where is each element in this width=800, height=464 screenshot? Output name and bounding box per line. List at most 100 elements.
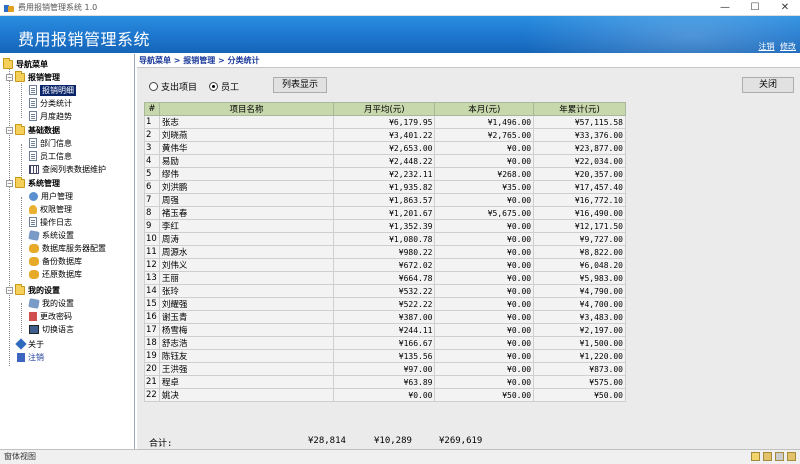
cell-year-total: ¥8,822.00 bbox=[533, 245, 626, 259]
sidebar-item-logout[interactable]: 注销 bbox=[17, 351, 44, 363]
table-row[interactable]: 12 刘伟义 ¥672.02 ¥0.00 ¥6,048.20 bbox=[144, 258, 626, 272]
cell-this-month: ¥0.00 bbox=[434, 349, 535, 363]
col-header-monthly-avg[interactable]: 月平均(元) bbox=[333, 102, 436, 116]
tree-root-nav-menu[interactable]: 导航菜单 bbox=[3, 57, 48, 70]
cell-year-total: ¥575.00 bbox=[533, 375, 626, 389]
table-row[interactable]: 14 张玲 ¥532.22 ¥0.00 ¥4,790.00 bbox=[144, 284, 626, 298]
collapse-toggle-icon[interactable]: − bbox=[6, 286, 13, 294]
cell-year-total: ¥9,727.00 bbox=[533, 232, 626, 246]
table-row[interactable]: 4 易励 ¥2,448.22 ¥0.00 ¥22,034.00 bbox=[144, 154, 626, 168]
users-icon bbox=[29, 191, 38, 201]
cell-index: 2 bbox=[144, 128, 160, 142]
table-header-row: # 项目名称 月平均(元) 本月(元) 年累计(元) bbox=[144, 102, 626, 116]
cell-name: 刘耀强 bbox=[158, 297, 335, 311]
design-view-icon[interactable] bbox=[787, 452, 796, 461]
col-header-year-total[interactable]: 年累计(元) bbox=[533, 102, 626, 116]
sidebar-item-switch-language[interactable]: 切换语言 bbox=[29, 323, 74, 335]
cell-year-total: ¥17,457.40 bbox=[533, 180, 626, 194]
main-content: 导航菜单 > 报销管理 > 分类统计 支出项目 员工 列表显示 关闭 # 项目名… bbox=[137, 54, 800, 449]
tree-group-system-management[interactable]: − 系统管理 bbox=[6, 176, 60, 189]
toolbar: 支出项目 员工 列表显示 关闭 bbox=[137, 69, 800, 99]
table-row[interactable]: 15 刘耀强 ¥522.22 ¥0.00 ¥4,700.00 bbox=[144, 297, 626, 311]
table-row[interactable]: 18 舒志浩 ¥166.67 ¥0.00 ¥1,500.00 bbox=[144, 336, 626, 350]
cell-year-total: ¥2,197.00 bbox=[533, 323, 626, 337]
sidebar-item-monthly-trend[interactable]: 月度趋势 bbox=[29, 110, 72, 122]
banner-modify-link[interactable]: 修改 bbox=[780, 42, 796, 51]
table-row[interactable]: 8 褚玉春 ¥1,201.67 ¥5,675.00 ¥16,490.00 bbox=[144, 206, 626, 220]
sidebar-item-user-management[interactable]: 用户管理 bbox=[29, 190, 73, 202]
table-row[interactable]: 2 刘晓燕 ¥3,401.22 ¥2,765.00 ¥33,376.00 bbox=[144, 128, 626, 142]
cell-index: 19 bbox=[144, 349, 160, 363]
maximize-button[interactable]: ☐ bbox=[740, 0, 770, 16]
cell-index: 9 bbox=[144, 219, 160, 233]
tree-group-basic-data[interactable]: − 基础数据 bbox=[6, 123, 60, 136]
col-header-this-month[interactable]: 本月(元) bbox=[434, 102, 535, 116]
radio-employee[interactable]: 员工 bbox=[209, 80, 239, 93]
sidebar-item-change-password[interactable]: 更改密码 bbox=[29, 310, 72, 322]
col-header-index[interactable]: # bbox=[144, 102, 160, 116]
sidebar-item-operation-log[interactable]: 操作日志 bbox=[29, 216, 72, 228]
sidebar-item-db-server-config[interactable]: 数据库服务器配置 bbox=[29, 242, 106, 254]
table-row[interactable]: 1 张志 ¥6,179.95 ¥1,496.00 ¥57,115.58 bbox=[144, 115, 626, 129]
cell-year-total: ¥5,983.00 bbox=[533, 271, 626, 285]
table-row[interactable]: 19 陈钰友 ¥135.56 ¥0.00 ¥1,220.00 bbox=[144, 349, 626, 363]
collapse-toggle-icon[interactable]: − bbox=[6, 73, 13, 81]
sidebar-item-expense-detail[interactable]: 报销明细 bbox=[29, 84, 76, 96]
sidebar-item-department-info[interactable]: 部门信息 bbox=[29, 137, 72, 149]
cell-name: 王丽 bbox=[158, 271, 335, 285]
cell-name: 褚玉春 bbox=[158, 206, 335, 220]
table-row[interactable]: 20 王洪强 ¥97.00 ¥0.00 ¥873.00 bbox=[144, 362, 626, 376]
collapse-toggle-icon[interactable]: − bbox=[6, 179, 13, 187]
banner-logout-link[interactable]: 注销 bbox=[758, 42, 774, 51]
close-window-button[interactable]: ✕ bbox=[770, 0, 800, 16]
sidebar-item-system-settings[interactable]: 系统设置 bbox=[28, 229, 74, 241]
cell-this-month: ¥0.00 bbox=[434, 271, 535, 285]
lock-icon bbox=[29, 204, 37, 214]
list-view-button[interactable]: 列表显示 bbox=[273, 77, 327, 93]
collapse-toggle-icon[interactable]: − bbox=[6, 126, 13, 134]
col-header-name[interactable]: 项目名称 bbox=[158, 102, 335, 116]
table-row[interactable]: 7 周强 ¥1,863.57 ¥0.00 ¥16,772.10 bbox=[144, 193, 626, 207]
cell-monthly-avg: ¥1,352.39 bbox=[333, 219, 436, 233]
language-icon bbox=[29, 324, 39, 334]
cell-monthly-avg: ¥3,401.22 bbox=[333, 128, 436, 142]
cell-monthly-avg: ¥6,179.95 bbox=[333, 115, 436, 129]
table-row[interactable]: 5 缪伟 ¥2,232.11 ¥268.00 ¥20,357.00 bbox=[144, 167, 626, 181]
status-bar: 窗体视图 bbox=[0, 449, 800, 464]
cell-index: 6 bbox=[144, 180, 160, 194]
table-row[interactable]: 17 杨雪梅 ¥244.11 ¥0.00 ¥2,197.00 bbox=[144, 323, 626, 337]
sidebar-item-backup-db[interactable]: 备份数据库 bbox=[29, 255, 82, 267]
stats-table-container: # 项目名称 月平均(元) 本月(元) 年累计(元) 1 张志 ¥6,179.95 ¥… bbox=[144, 102, 626, 402]
table-row[interactable]: 22 姚决 ¥0.00 ¥50.00 ¥50.00 bbox=[144, 388, 626, 402]
table-row[interactable]: 16 谢玉青 ¥387.00 ¥0.00 ¥3,483.00 bbox=[144, 310, 626, 324]
sidebar-item-permission-management[interactable]: 权限管理 bbox=[29, 203, 72, 215]
sidebar-item-my-settings[interactable]: 我的设置 bbox=[28, 297, 74, 309]
banner-links: 注销 修改 bbox=[755, 41, 796, 52]
cell-index: 12 bbox=[144, 258, 160, 272]
sidebar-item-restore-db[interactable]: 还原数据库 bbox=[29, 268, 82, 280]
datasheet-view-icon[interactable] bbox=[763, 452, 772, 461]
cell-monthly-avg: ¥1,080.78 bbox=[333, 232, 436, 246]
table-row[interactable]: 9 李红 ¥1,352.39 ¥0.00 ¥12,171.50 bbox=[144, 219, 626, 233]
cell-index: 15 bbox=[144, 297, 160, 311]
sidebar-item-about[interactable]: 关于 bbox=[15, 338, 44, 350]
sidebar-item-category-stats[interactable]: 分类统计 bbox=[29, 97, 72, 109]
table-row[interactable]: 11 周源水 ¥980.22 ¥0.00 ¥8,822.00 bbox=[144, 245, 626, 259]
layout-view-icon[interactable] bbox=[775, 452, 784, 461]
minimize-button[interactable]: — bbox=[710, 0, 740, 16]
table-row[interactable]: 21 程卓 ¥63.89 ¥0.00 ¥575.00 bbox=[144, 375, 626, 389]
sidebar-item-lookup-maintenance[interactable]: 查阅列表数据维护 bbox=[29, 163, 106, 175]
tree-group-my-settings[interactable]: − 我的设置 bbox=[6, 283, 60, 296]
radio-expense-item[interactable]: 支出项目 bbox=[149, 80, 197, 93]
table-row[interactable]: 6 刘洪鹏 ¥1,935.82 ¥35.00 ¥17,457.40 bbox=[144, 180, 626, 194]
cell-year-total: ¥1,500.00 bbox=[533, 336, 626, 350]
tree-group-expense-management[interactable]: − 报销管理 bbox=[6, 70, 60, 83]
folder-open-icon bbox=[15, 123, 25, 135]
table-row[interactable]: 10 周涛 ¥1,080.78 ¥0.00 ¥9,727.00 bbox=[144, 232, 626, 246]
close-button[interactable]: 关闭 bbox=[742, 77, 794, 93]
table-row[interactable]: 3 黄伟华 ¥2,653.00 ¥0.00 ¥23,877.00 bbox=[144, 141, 626, 155]
cell-monthly-avg: ¥1,201.67 bbox=[333, 206, 436, 220]
sidebar-item-employee-info[interactable]: 员工信息 bbox=[29, 150, 72, 162]
form-view-icon[interactable] bbox=[751, 452, 760, 461]
table-row[interactable]: 13 王丽 ¥664.78 ¥0.00 ¥5,983.00 bbox=[144, 271, 626, 285]
